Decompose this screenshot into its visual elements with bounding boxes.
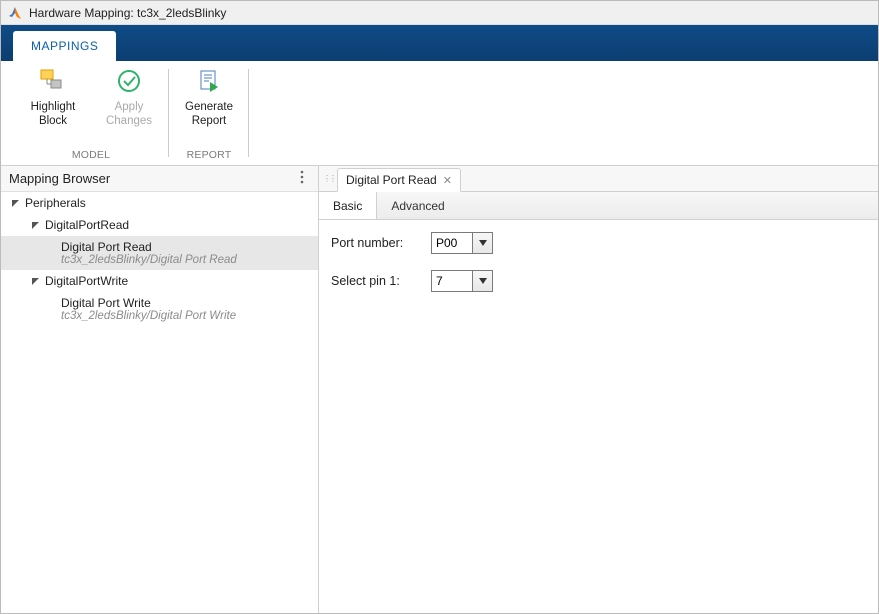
panel-menu-button[interactable]: [294, 170, 310, 187]
dropdown-arrow-icon[interactable]: [473, 270, 493, 292]
ribbon-body: Highlight Block Apply Changes: [1, 61, 878, 166]
doc-tab-digital-port-read[interactable]: Digital Port Read ✕: [337, 168, 461, 192]
tab-advanced[interactable]: Advanced: [377, 192, 458, 219]
port-number-input[interactable]: [431, 232, 473, 254]
tree-leaf-digital-port-read[interactable]: Digital Port Read tc3x_2ledsBlinky/Digit…: [1, 236, 318, 270]
tree-node-peripherals[interactable]: Peripherals: [1, 192, 318, 214]
tab-mappings[interactable]: MAPPINGS: [13, 31, 116, 61]
tab-basic[interactable]: Basic: [319, 192, 377, 219]
tree-leaf-digital-port-write[interactable]: Digital Port Write tc3x_2ledsBlinky/Digi…: [1, 292, 318, 326]
matlab-icon: [7, 5, 23, 21]
detail-panel: ⋮⋮ Digital Port Read ✕ Basic Advanced Po…: [319, 166, 878, 613]
port-number-combo[interactable]: [431, 232, 493, 254]
generate-report-icon: [195, 67, 223, 95]
tree-node-digitalportwrite[interactable]: DigitalPortWrite: [1, 270, 318, 292]
apply-changes-icon: [115, 67, 143, 95]
highlight-block-button[interactable]: Highlight Block: [21, 65, 85, 129]
generate-report-button[interactable]: Generate Report: [177, 65, 241, 129]
port-number-label: Port number:: [331, 236, 419, 250]
mapping-browser-panel: Mapping Browser Peripherals DigitalPort: [1, 166, 319, 613]
tree-node-digitalportread[interactable]: DigitalPortRead: [1, 214, 318, 236]
mapping-tree[interactable]: Peripherals DigitalPortRead Digital Port…: [1, 192, 318, 613]
expand-toggle-icon[interactable]: [29, 219, 41, 231]
group-report-label: REPORT: [187, 149, 232, 163]
select-pin-combo[interactable]: [431, 270, 493, 292]
mapping-browser-title: Mapping Browser: [9, 171, 110, 186]
expand-toggle-icon[interactable]: [29, 275, 41, 287]
ribbon-tabstrip: MAPPINGS: [1, 25, 878, 61]
select-pin-label: Select pin 1:: [331, 274, 419, 288]
apply-changes-button: Apply Changes: [97, 65, 161, 129]
group-model-label: MODEL: [72, 149, 110, 163]
title-bar: Hardware Mapping: tc3x_2ledsBlinky: [1, 1, 878, 25]
expand-toggle-icon[interactable]: [9, 197, 21, 209]
panel-grip-icon: ⋮⋮: [323, 166, 331, 191]
highlight-block-icon: [39, 67, 67, 95]
window-title: Hardware Mapping: tc3x_2ledsBlinky: [29, 6, 226, 20]
select-pin-input[interactable]: [431, 270, 473, 292]
close-tab-button[interactable]: ✕: [443, 174, 452, 187]
dropdown-arrow-icon[interactable]: [473, 232, 493, 254]
